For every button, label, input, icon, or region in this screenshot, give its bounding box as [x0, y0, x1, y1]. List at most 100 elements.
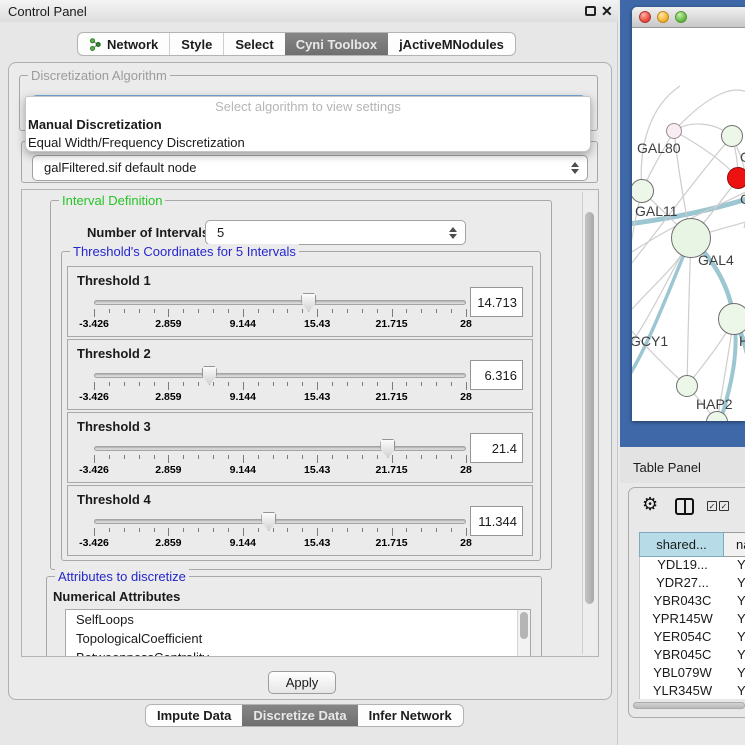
tab-label: Network	[107, 37, 158, 52]
close-icon[interactable]: ✕	[601, 3, 613, 20]
tick-label: -3.426	[79, 318, 109, 330]
cell-name: YDL1...	[725, 557, 745, 575]
cell-shared-name: YER054C	[640, 629, 725, 647]
attribute-item-topologicalcoefficient[interactable]: TopologicalCoefficient	[66, 629, 530, 648]
network-node[interactable]	[666, 123, 682, 139]
tab-cyni-toolbox[interactable]: Cyni Toolbox	[285, 33, 388, 55]
table-data-select[interactable]: galFiltered.sif default node	[32, 155, 588, 181]
table-data-value: galFiltered.sif default node	[44, 160, 196, 175]
tab-network[interactable]: Network	[78, 33, 169, 55]
network-node[interactable]	[721, 125, 743, 147]
checkbox-icon: ✓	[707, 501, 717, 511]
tab-infer-network[interactable]: Infer Network	[358, 705, 463, 726]
cell-shared-name: YBL079W	[640, 665, 725, 683]
tick-label: 2.859	[155, 537, 181, 549]
table-row[interactable]: YER054CYER0...	[640, 629, 745, 647]
cell-shared-name: YDL19...	[640, 557, 725, 575]
settings-scroll-area: Interval Definition Number of Intervals …	[21, 189, 599, 657]
table-row[interactable]: YBR043CYBR0...	[640, 593, 745, 611]
attribute-item-betweennesscentrality[interactable]: BetweennessCentrality	[66, 648, 530, 657]
tab-bar: Network Style Select Cyni ToolboxjActiveMNo…	[77, 32, 516, 56]
scrollbar-thumb[interactable]	[585, 212, 594, 604]
stepper-icon	[571, 160, 578, 176]
float-window-icon[interactable]	[585, 6, 596, 16]
algorithm-option-manual-discretization[interactable]: Manual Discretization	[26, 116, 590, 134]
table-row[interactable]: YPR145WYPR1...	[640, 611, 745, 629]
cell-shared-name: YPR145W	[640, 611, 725, 629]
cyni-toolbox-panel: Discretization Algorithm Select algorith…	[8, 62, 612, 700]
algorithm-options: Manual DiscretizationEqual Width/Frequen…	[26, 116, 590, 152]
tab-label: Infer Network	[369, 708, 452, 723]
number-of-intervals-label: Number of Intervals	[87, 225, 209, 240]
tab-label: Discretize Data	[253, 708, 346, 723]
number-of-intervals-select[interactable]: 5	[205, 220, 466, 245]
slider-tick-labels: -3.4262.8599.14415.4321.71528	[94, 464, 466, 477]
algorithm-option-equal-width-frequency-discretization[interactable]: Equal Width/Frequency Discretization	[26, 134, 590, 152]
threshold-slider-track[interactable]	[94, 446, 466, 451]
tick-label: 21.715	[376, 537, 408, 549]
threshold-panel-3: Threshold 3 -3.4262.8599.14415.4321.71528…	[67, 412, 533, 483]
attributes-group: Attributes to discretize Numerical Attri…	[46, 576, 542, 657]
cell-name: YLR3...	[725, 683, 745, 699]
table-row[interactable]: YDL19...YDL1...	[640, 557, 745, 575]
cell-shared-name: YBR045C	[640, 647, 725, 665]
gear-icon[interactable]: ⚙	[642, 494, 658, 515]
threshold-label: Threshold 3	[77, 419, 151, 434]
tick-label: 28	[460, 464, 472, 476]
tab-jactivemnodules[interactable]: jActiveMNodules	[388, 33, 515, 55]
tab-label: Impute Data	[157, 708, 231, 723]
table-row[interactable]: YBR045CYBR0...	[640, 647, 745, 665]
threshold-value-field[interactable]: 21.4	[470, 433, 523, 463]
bottom-tab-bar: Impute Data Discretize Data Infer Network	[145, 704, 464, 727]
column-header-name[interactable]: name	[724, 532, 745, 557]
minimize-traffic-light[interactable]	[657, 11, 669, 23]
threshold-value-field[interactable]: 6.316	[470, 360, 523, 390]
tab-select[interactable]: Select	[223, 33, 284, 55]
threshold-label: Threshold 4	[77, 492, 151, 507]
select-columns-icon[interactable]: ✓ ✓	[707, 501, 729, 511]
tab-impute-data[interactable]: Impute Data	[146, 705, 242, 726]
threshold-slider-track[interactable]	[94, 373, 466, 378]
threshold-value-field[interactable]: 14.713	[470, 287, 523, 317]
network-node[interactable]	[718, 303, 745, 335]
network-node[interactable]	[727, 167, 745, 189]
cell-name: YPR1...	[725, 611, 745, 629]
dropdown-hint: Select algorithm to view settings	[26, 98, 590, 116]
horizontal-scrollbar[interactable]	[633, 702, 745, 709]
attributes-scrollbar[interactable]	[517, 610, 530, 657]
cell-name: YBL0...	[725, 665, 745, 683]
apply-button[interactable]: Apply	[268, 671, 336, 694]
threshold-slider-track[interactable]	[94, 519, 466, 524]
network-view-window: GAL80GACGAL11GAL4GCY1HHAP2	[632, 7, 745, 421]
threshold-value-field[interactable]: 11.344	[470, 506, 523, 536]
threshold-slider-track[interactable]	[94, 300, 466, 305]
tick-label: 21.715	[376, 464, 408, 476]
tick-label: 9.144	[230, 318, 256, 330]
tick-label: 15.43	[304, 537, 330, 549]
close-traffic-light[interactable]	[639, 11, 651, 23]
table-row[interactable]: YLR345WYLR3...	[640, 683, 745, 699]
tick-label: -3.426	[79, 537, 109, 549]
table-row[interactable]: YBL079WYBL0...	[640, 665, 745, 683]
node-label-hap2: HAP2	[696, 396, 733, 412]
tick-label: 15.43	[304, 318, 330, 330]
network-canvas[interactable]: GAL80GACGAL11GAL4GCY1HHAP2	[632, 28, 745, 421]
tick-label: 9.144	[230, 537, 256, 549]
network-icon	[89, 38, 102, 51]
zoom-traffic-light[interactable]	[675, 11, 687, 23]
table-panel: ⚙ ✓ ✓ shared... name YDL19...YDL1...YDR2…	[628, 487, 745, 718]
column-header-shared-name[interactable]: shared...	[639, 532, 724, 557]
columns-icon[interactable]	[675, 498, 694, 515]
tab-label: Select	[235, 37, 273, 52]
network-window-frame: GAL80GACGAL11GAL4GCY1HHAP2	[620, 0, 745, 447]
table-row[interactable]: YDR27...YDR2...	[640, 575, 745, 593]
attribute-item-selfloops[interactable]: SelfLoops	[66, 610, 530, 629]
table-panel-bar: Table Panel	[620, 447, 745, 483]
number-of-intervals-value: 5	[217, 225, 224, 240]
slider-ticks	[94, 382, 466, 391]
vertical-scrollbar[interactable]	[582, 192, 596, 654]
tab-discretize-data[interactable]: Discretize Data	[242, 705, 357, 726]
network-node[interactable]	[676, 375, 698, 397]
network-window-titlebar[interactable]	[632, 7, 745, 28]
tab-style[interactable]: Style	[169, 33, 223, 55]
